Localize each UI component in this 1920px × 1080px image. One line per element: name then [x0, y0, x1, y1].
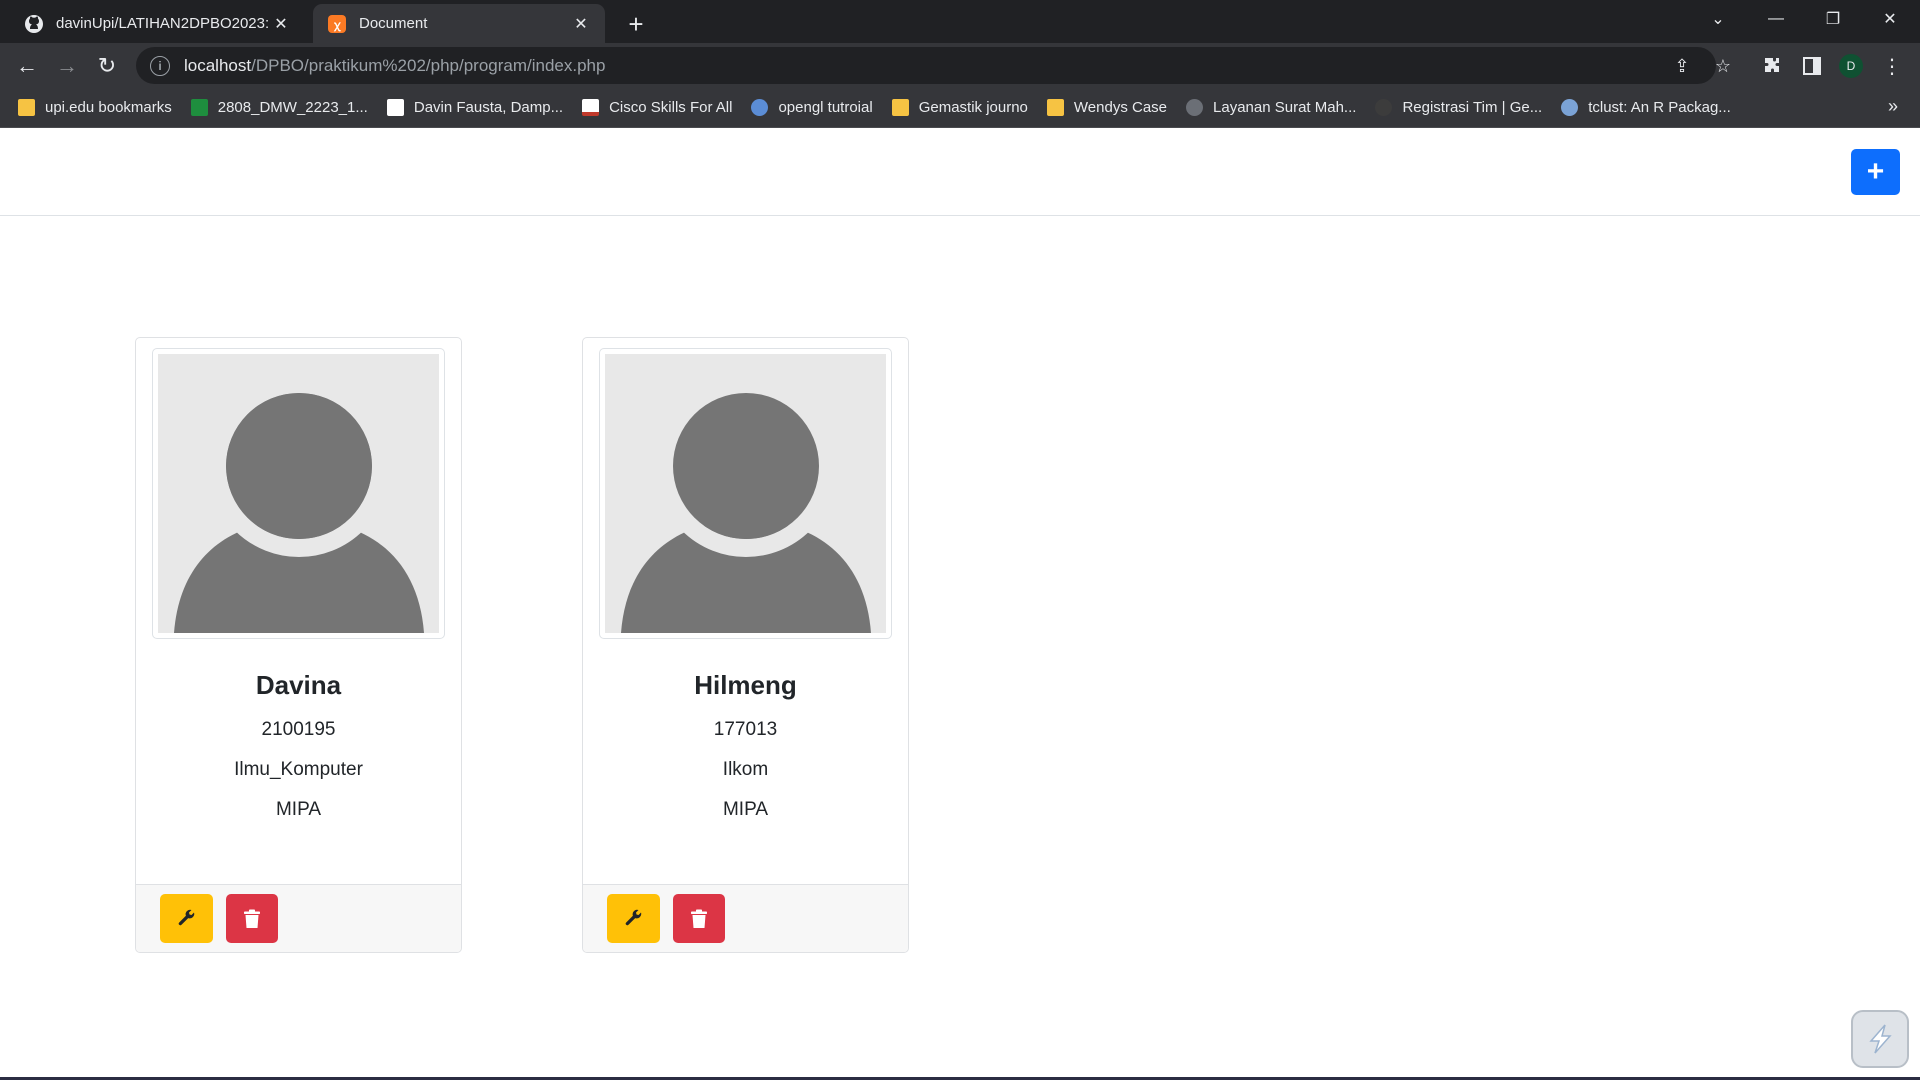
bookmark-item[interactable]: opengl tutroial	[751, 99, 873, 116]
minimize-icon[interactable]: —	[1748, 0, 1804, 38]
edit-button[interactable]	[160, 894, 213, 943]
card-footer	[583, 884, 908, 952]
student-prodi: Ilmu_Komputer	[234, 759, 363, 780]
bookmark-item[interactable]: Cisco Skills For All	[582, 99, 732, 116]
profile-avatar[interactable]: D	[1839, 54, 1863, 78]
floating-extension-button[interactable]	[1851, 1010, 1909, 1068]
new-tab-button[interactable]: +	[620, 8, 652, 40]
address-host: localhost	[184, 55, 252, 75]
tab-title: Document	[359, 15, 428, 32]
svg-text:ꭓ: ꭓ	[333, 18, 341, 31]
github-icon	[24, 14, 44, 34]
student-fakultas: MIPA	[275, 799, 322, 820]
bookmark-item[interactable]: Wendys Case	[1046, 99, 1167, 116]
address-path: /DPBO/praktikum%202/php/program/index.ph…	[251, 55, 606, 75]
address-bar[interactable]: i localhost /DPBO/praktikum%202/php/prog…	[136, 47, 1716, 84]
window-close-icon[interactable]: ✕	[1862, 0, 1918, 38]
share-icon[interactable]: ⇪	[1668, 52, 1696, 80]
back-icon[interactable]: ←	[10, 49, 44, 83]
bookmark-item[interactable]: tclust: An R Packag...	[1561, 99, 1731, 116]
bookmark-item[interactable]: Registrasi Tim | Ge...	[1375, 99, 1542, 116]
page-viewport: + Davina 2100195 Ilmu_Komputer MIPA Hilm…	[0, 129, 1920, 1080]
trash-icon	[244, 909, 260, 928]
bookmark-item[interactable]: Davin Fausta, Damp...	[386, 99, 563, 116]
folder-icon	[18, 99, 35, 116]
more-bookmarks-icon[interactable]: »	[1888, 96, 1898, 117]
bookmark-item[interactable]: Layanan Surat Mah...	[1186, 99, 1356, 116]
pkp-icon	[386, 99, 404, 116]
browser-toolbar: ← → ↻ i localhost /DPBO/praktikum%202/ph…	[0, 43, 1920, 88]
browser-tabstrip: davinUpi/LATIHAN2DPBO2023: ✕ ꭓ Document …	[0, 0, 1920, 43]
card-body: Hilmeng 177013 Ilkom MIPA	[583, 658, 908, 821]
avatar-frame	[152, 348, 445, 639]
bookmark-item[interactable]: 2808_DMW_2223_1...	[190, 99, 368, 116]
site-info-icon[interactable]: i	[150, 55, 170, 76]
student-card: Davina 2100195 Ilmu_Komputer MIPA	[135, 337, 462, 953]
forward-icon[interactable]: →	[50, 49, 84, 83]
avatar	[605, 354, 886, 633]
tab-title: davinUpi/LATIHAN2DPBO2023:	[56, 15, 270, 32]
tab-document[interactable]: ꭓ Document ✕	[313, 4, 605, 43]
folder-icon	[1046, 99, 1064, 116]
xampp-icon: ꭓ	[327, 14, 347, 34]
site-icon	[1186, 99, 1204, 116]
student-name: Hilmeng	[694, 670, 797, 700]
extensions-icon[interactable]	[1756, 50, 1788, 82]
bookmark-star-icon[interactable]: ☆	[1709, 52, 1737, 80]
reload-icon[interactable]: ↻	[90, 49, 124, 83]
edit-button[interactable]	[607, 894, 660, 943]
wrench-icon	[178, 909, 194, 925]
bookmark-item[interactable]: Gemastik journo	[891, 99, 1028, 116]
delete-button[interactable]	[673, 894, 725, 943]
bookmarks-bar: upi.edu bookmarks 2808_DMW_2223_1... Dav…	[0, 88, 1920, 128]
folder-icon	[891, 99, 909, 116]
bookmark-item[interactable]: upi.edu bookmarks	[18, 99, 172, 116]
page-header: +	[0, 129, 1920, 216]
student-prodi: Ilkom	[722, 759, 769, 780]
student-name: Davina	[255, 670, 342, 700]
wrench-icon	[625, 909, 641, 925]
site-icon	[1375, 99, 1393, 116]
cisco-icon	[582, 99, 600, 116]
add-button[interactable]: +	[1851, 149, 1900, 195]
student-nim: 177013	[713, 719, 778, 740]
user-placeholder-icon	[605, 354, 886, 633]
student-fakultas: MIPA	[722, 799, 769, 820]
trash-icon	[691, 909, 707, 928]
opengl-icon	[751, 99, 769, 116]
menu-dots-icon[interactable]: ⋮	[1876, 50, 1908, 82]
avatar	[158, 354, 439, 633]
card-footer	[136, 884, 461, 952]
delete-button[interactable]	[226, 894, 278, 943]
bolt-icon	[1869, 1024, 1892, 1054]
sheets-icon	[190, 99, 208, 116]
tab-search-icon[interactable]: ⌄	[1690, 0, 1746, 38]
side-panel-icon[interactable]	[1796, 50, 1828, 82]
avatar-frame	[599, 348, 892, 639]
card-body: Davina 2100195 Ilmu_Komputer MIPA	[136, 658, 461, 821]
student-nim: 2100195	[261, 719, 336, 740]
close-icon[interactable]: ✕	[271, 14, 291, 34]
user-placeholder-icon	[158, 354, 439, 633]
student-card: Hilmeng 177013 Ilkom MIPA	[582, 337, 909, 953]
r-icon	[1561, 99, 1579, 116]
close-icon[interactable]: ✕	[571, 14, 591, 34]
tab-github[interactable]: davinUpi/LATIHAN2DPBO2023: ✕	[10, 4, 305, 43]
restore-icon[interactable]: ❐	[1805, 0, 1861, 38]
